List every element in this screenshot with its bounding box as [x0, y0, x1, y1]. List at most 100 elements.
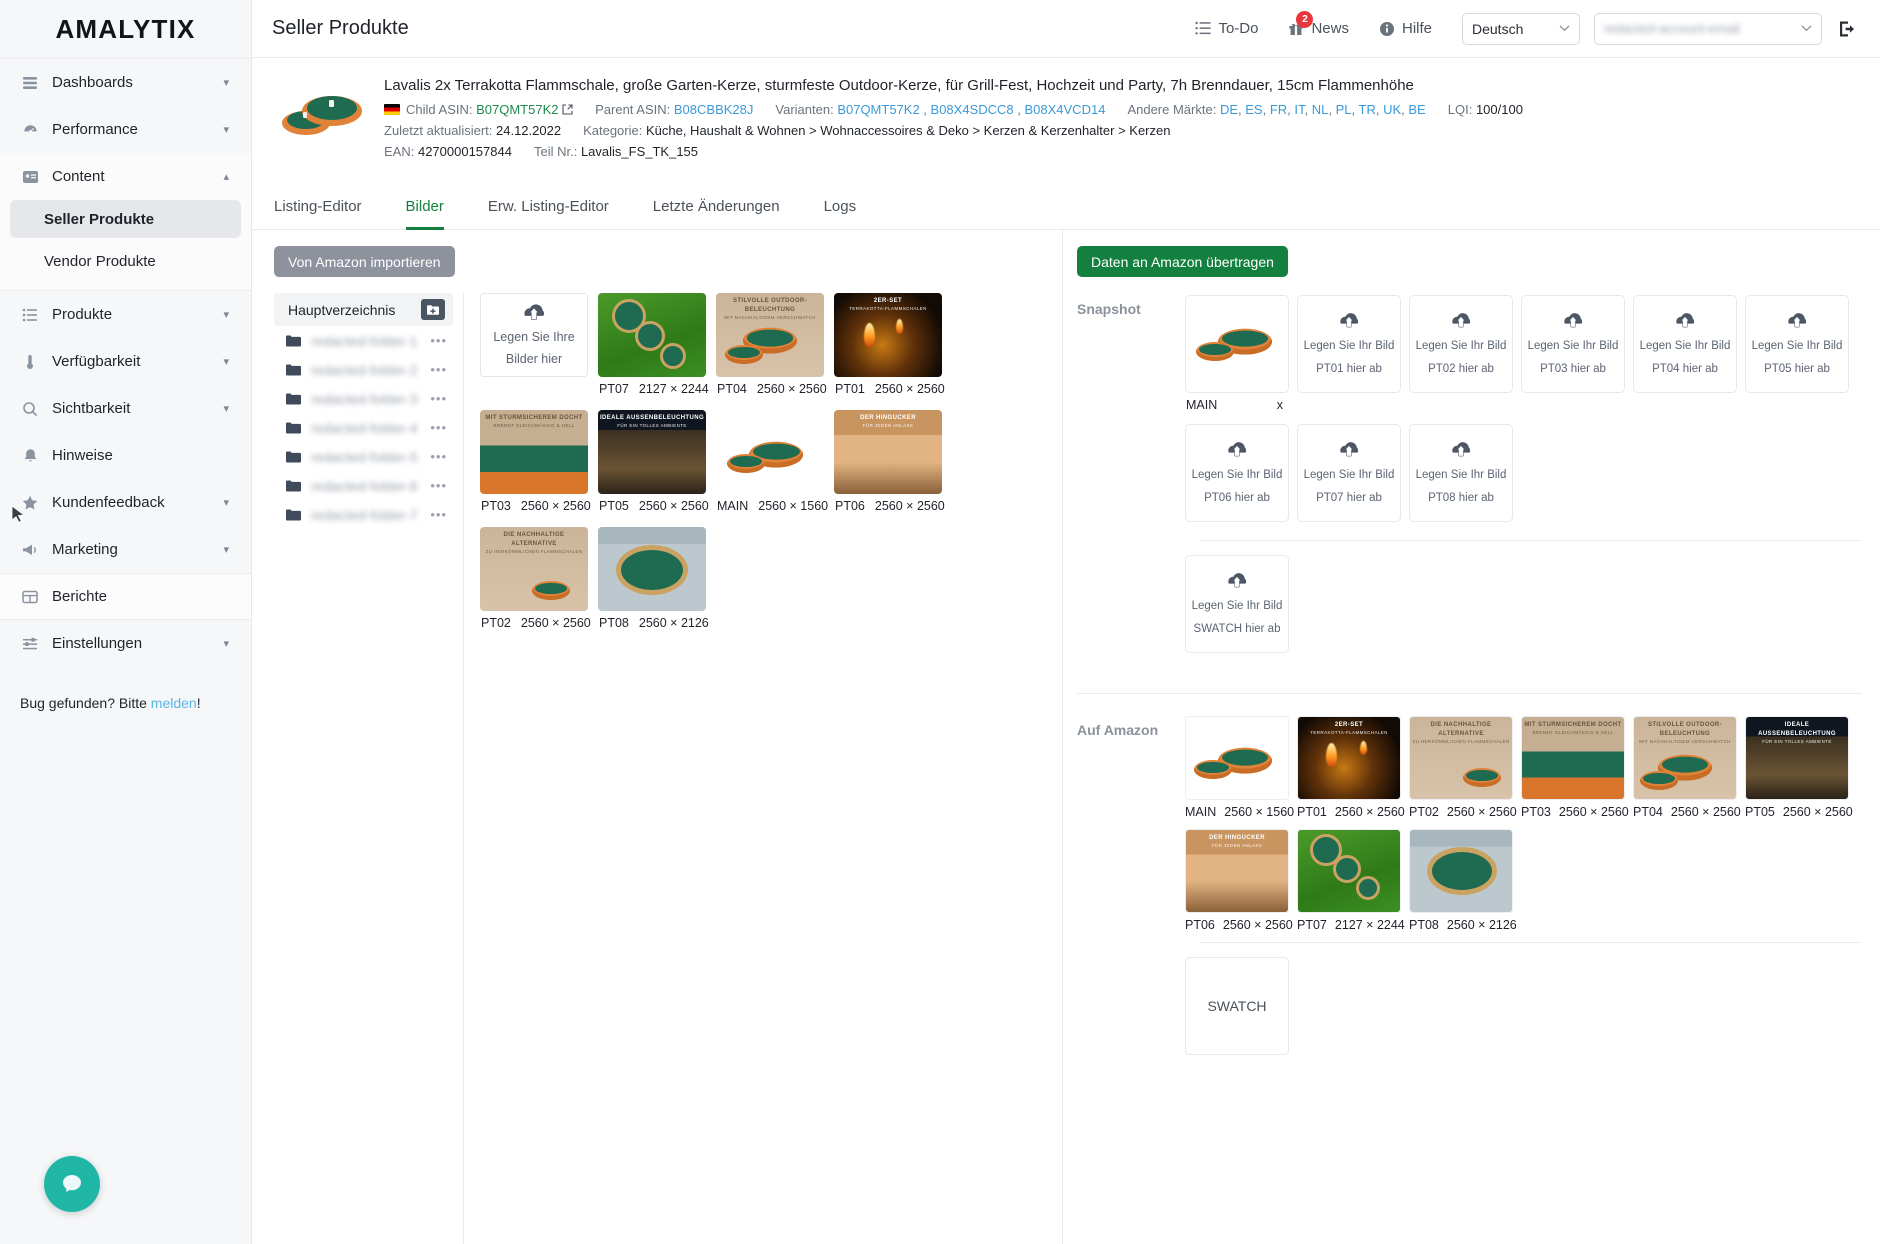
folder-item[interactable]: redacted-folder-5 •••: [274, 442, 453, 471]
folder-menu-icon[interactable]: •••: [430, 507, 453, 522]
market-link[interactable]: FR: [1270, 102, 1287, 117]
gallery-image[interactable]: 2ER-SET TERRAKOTTA-FLAMMSCHALEN: [834, 293, 942, 377]
amazon-image[interactable]: STILVOLLE OUTDOOR-BELEUCHTUNG MIT NACHHA…: [1633, 716, 1737, 800]
folder-item[interactable]: redacted-folder-3 •••: [274, 384, 453, 413]
tab-letzte-aenderungen[interactable]: Letzte Änderungen: [653, 188, 780, 230]
language-select[interactable]: Deutsch: [1462, 12, 1580, 45]
snapshot-dropzone-pt06[interactable]: Legen Sie Ihr Bild PT06 hier ab: [1185, 424, 1289, 522]
market-link[interactable]: IT: [1294, 102, 1304, 117]
folder-menu-icon[interactable]: •••: [430, 333, 453, 348]
variant-link[interactable]: B07QMT57K2: [837, 102, 919, 117]
snapshot-dropzone-pt01[interactable]: Legen Sie Ihr Bild PT01 hier ab: [1297, 295, 1401, 393]
sidebar-item-verfuegbarkeit[interactable]: Verfügbarkeit ▾: [0, 338, 251, 385]
gallery-image[interactable]: [598, 293, 706, 377]
image-size: 2560 × 2560: [520, 499, 591, 513]
folder-menu-icon[interactable]: •••: [430, 391, 453, 406]
market-link[interactable]: PL: [1336, 102, 1352, 117]
snapshot-dropzone-pt02[interactable]: Legen Sie Ihr Bild PT02 hier ab: [1409, 295, 1513, 393]
market-link[interactable]: DE: [1220, 102, 1238, 117]
help-bubble-button[interactable]: [44, 1156, 100, 1212]
sidebar-item-kundenfeedback[interactable]: Kundenfeedback ▾: [0, 479, 251, 526]
sidebar-item-dashboards[interactable]: Dashboards ▾: [0, 59, 251, 106]
gallery-image[interactable]: MIT STURMSICHEREM DOCHT BRENNT GLEICHMÄS…: [480, 410, 588, 494]
amazon-image[interactable]: MIT STURMSICHEREM DOCHT BRENNT GLEICHMÄS…: [1521, 716, 1625, 800]
help-button[interactable]: Hilfe: [1379, 20, 1432, 37]
folder-menu-icon[interactable]: •••: [430, 478, 453, 493]
snapshot-dropzone-pt08[interactable]: Legen Sie Ihr Bild PT08 hier ab: [1409, 424, 1513, 522]
sidebar-item-marketing[interactable]: Marketing ▾: [0, 526, 251, 573]
folder-menu-icon[interactable]: •••: [430, 449, 453, 464]
folder-item[interactable]: redacted-folder-7 •••: [274, 500, 453, 529]
lqi-label: LQI:: [1447, 102, 1473, 117]
gallery-caption: PT01 2560 × 2560: [834, 382, 952, 396]
sidebar-item-produkte[interactable]: Produkte ▾: [0, 291, 251, 338]
market-link[interactable]: UK: [1383, 102, 1401, 117]
import-from-amazon-button[interactable]: Von Amazon importieren: [274, 246, 455, 277]
snapshot-dropzone-pt03[interactable]: Legen Sie Ihr Bild PT03 hier ab: [1521, 295, 1625, 393]
sidebar-item-seller-produkte[interactable]: Seller Produkte: [10, 200, 241, 238]
folder-menu-icon[interactable]: •••: [430, 420, 453, 435]
child-asin-value[interactable]: B07QMT57K2: [476, 102, 558, 117]
amazon-image[interactable]: 2ER-SET TERRAKOTTA-FLAMMSCHALEN: [1297, 716, 1401, 800]
gallery-image[interactable]: DIE NACHHALTIGE ALTERNATIVE ZU HERKÖMMLI…: [480, 527, 588, 611]
folder-menu-icon[interactable]: •••: [430, 362, 453, 377]
add-folder-icon[interactable]: [421, 299, 445, 320]
dropzone-line2: PT03 hier ab: [1540, 363, 1606, 375]
market-link[interactable]: ES: [1245, 102, 1262, 117]
folder-tree: Hauptverzeichnis redacted-folder-1 ••• r…: [274, 293, 464, 1244]
gallery-image[interactable]: DER HINGUCKER FÜR JEDEN ANLASS: [834, 410, 942, 494]
variant-link[interactable]: B08X4SDCC8: [931, 102, 1014, 117]
parent-asin-value[interactable]: B08CBBK28J: [674, 102, 754, 117]
folder-item[interactable]: redacted-folder-1 •••: [274, 326, 453, 355]
snapshot-dropzone-pt07[interactable]: Legen Sie Ihr Bild PT07 hier ab: [1297, 424, 1401, 522]
sidebar-item-label: Dashboards: [52, 74, 133, 91]
snapshot-dropzone-pt05[interactable]: Legen Sie Ihr Bild PT05 hier ab: [1745, 295, 1849, 393]
sidebar-item-vendor-produkte[interactable]: Vendor Produkte: [10, 242, 241, 280]
account-select[interactable]: redacted-account-email: [1594, 12, 1822, 45]
gallery-image[interactable]: IDEALE AUSSENBELEUCHTUNG FÜR EIN TOLLES …: [598, 410, 706, 494]
sidebar-item-berichte[interactable]: Berichte: [0, 573, 251, 620]
folder-item[interactable]: redacted-folder-4 •••: [274, 413, 453, 442]
sidebar-item-sichtbarkeit[interactable]: Sichtbarkeit ▾: [0, 385, 251, 432]
gallery-image[interactable]: STILVOLLE OUTDOOR-BELEUCHTUNG MIT NACHHA…: [716, 293, 824, 377]
gallery-image[interactable]: [598, 527, 706, 611]
market-link[interactable]: NL: [1312, 102, 1329, 117]
sidebar-item-content[interactable]: Content ▴: [0, 153, 251, 200]
tab-logs[interactable]: Logs: [824, 188, 857, 230]
gallery-dropzone[interactable]: Legen Sie Ihre Bilder hier: [480, 293, 588, 377]
tab-listing-editor[interactable]: Listing-Editor: [274, 188, 362, 230]
image-size: 2560 × 2560: [1558, 805, 1629, 819]
transfer-to-amazon-button[interactable]: Daten an Amazon übertragen: [1077, 246, 1288, 277]
variant-link[interactable]: B08X4VCD14: [1024, 102, 1105, 117]
sidebar-item-einstellungen[interactable]: Einstellungen ▾: [0, 620, 251, 667]
amazon-image[interactable]: DIE NACHHALTIGE ALTERNATIVE ZU HERKÖMMLI…: [1409, 716, 1513, 800]
amazon-swatch-slots: SWATCH: [1185, 957, 1862, 1065]
snapshot-dropzone-swatch[interactable]: Legen Sie Ihr Bild SWATCH hier ab: [1185, 555, 1289, 653]
markets-label: Andere Märkte:: [1127, 102, 1217, 117]
todo-button[interactable]: To-Do: [1195, 20, 1258, 37]
parent-asin-group: Parent ASIN: B08CBBK28J: [595, 102, 753, 117]
amazon-image[interactable]: [1297, 829, 1401, 913]
market-link[interactable]: BE: [1408, 102, 1425, 117]
news-button[interactable]: 2 News: [1288, 11, 1349, 37]
amazon-swatch-box[interactable]: SWATCH: [1185, 957, 1289, 1055]
market-link[interactable]: TR: [1359, 102, 1376, 117]
snapshot-main-image[interactable]: [1185, 295, 1289, 393]
sidebar-item-performance[interactable]: Performance ▾: [0, 106, 251, 153]
gallery-image[interactable]: [716, 410, 824, 494]
tab-bilder[interactable]: Bilder: [405, 188, 444, 230]
tab-erw-listing-editor[interactable]: Erw. Listing-Editor: [488, 188, 609, 230]
snapshot-dropzone-pt04[interactable]: Legen Sie Ihr Bild PT04 hier ab: [1633, 295, 1737, 393]
amazon-image[interactable]: IDEALE AUSSENBELEUCHTUNG FÜR EIN TOLLES …: [1745, 716, 1849, 800]
folder-root-row[interactable]: Hauptverzeichnis: [274, 293, 453, 326]
folder-item[interactable]: redacted-folder-2 •••: [274, 355, 453, 384]
amazon-image[interactable]: [1185, 716, 1289, 800]
remove-image-button[interactable]: x: [1277, 398, 1283, 412]
amazon-image[interactable]: DER HINGUCKER FÜR JEDEN ANLASS: [1185, 829, 1289, 913]
bug-report-link[interactable]: melden: [151, 695, 197, 711]
folder-item[interactable]: redacted-folder-6 •••: [274, 471, 453, 500]
external-link-icon[interactable]: [562, 102, 573, 117]
logout-button[interactable]: [1838, 20, 1858, 38]
amazon-image[interactable]: [1409, 829, 1513, 913]
sidebar-item-hinweise[interactable]: Hinweise: [0, 432, 251, 479]
